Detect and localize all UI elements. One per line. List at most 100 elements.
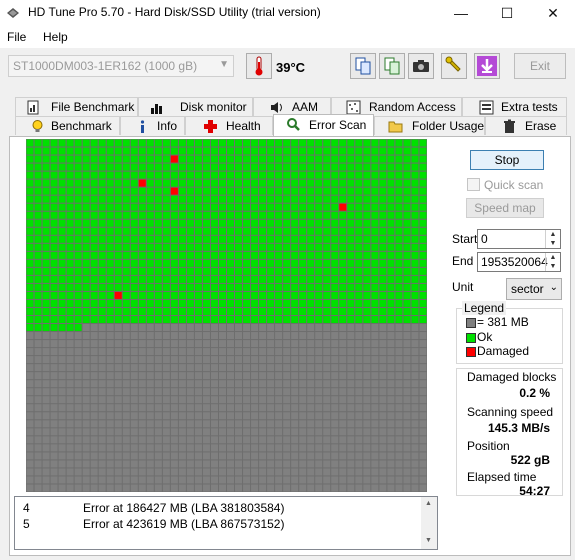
block-cell-unscanned: [154, 460, 162, 468]
block-cell-ok: [162, 283, 170, 291]
block-cell-ok: [58, 203, 66, 211]
list-item[interactable]: 4 Error at 186427 MB (LBA 381803584): [23, 501, 284, 515]
tab-error-scan[interactable]: Error Scan: [273, 114, 374, 136]
block-cell-ok: [74, 259, 82, 267]
block-cell-ok: [403, 291, 411, 299]
close-button[interactable]: ✕: [530, 0, 575, 26]
block-cell-ok: [186, 227, 194, 235]
block-cell-ok: [283, 227, 291, 235]
block-cell-ok: [178, 219, 186, 227]
end-input[interactable]: 1953520064 ▲ ▼: [477, 252, 561, 272]
block-cell-unscanned: [122, 340, 130, 348]
block-cell-ok: [363, 147, 371, 155]
block-cell-unscanned: [34, 468, 42, 476]
list-item[interactable]: 5 Error at 423619 MB (LBA 867573152): [23, 517, 284, 531]
block-cell-ok: [74, 211, 82, 219]
quick-scan-checkbox[interactable]: Quick scan: [467, 178, 543, 192]
unit-select[interactable]: sector ⌄: [506, 278, 562, 300]
block-cell-unscanned: [130, 412, 138, 420]
block-cell-ok: [299, 163, 307, 171]
block-cell-ok: [58, 324, 66, 332]
block-cell-unscanned: [259, 324, 267, 332]
block-cell-ok: [194, 179, 202, 187]
block-cell-ok: [259, 275, 267, 283]
block-cell-unscanned: [251, 484, 259, 492]
speed-map-button[interactable]: Speed map: [466, 198, 544, 218]
block-cell-ok: [323, 139, 331, 147]
menu-help[interactable]: Help: [43, 30, 68, 44]
spin-arrows-icon[interactable]: ▲ ▼: [545, 230, 560, 248]
block-cell-unscanned: [178, 428, 186, 436]
drive-select[interactable]: ST1000DM003-1ER162 (1000 gB) ▼: [8, 55, 234, 77]
block-cell-ok: [267, 267, 275, 275]
tab-erase[interactable]: Erase: [485, 116, 567, 135]
block-cell-ok: [259, 203, 267, 211]
scroll-up-icon[interactable]: ▲: [425, 500, 432, 507]
tab-extra-tests[interactable]: Extra tests: [462, 97, 567, 116]
block-cell-ok: [331, 267, 339, 275]
block-cell-ok: [26, 251, 34, 259]
block-cell-unscanned: [259, 340, 267, 348]
tab-file-benchmark[interactable]: File Benchmark: [15, 97, 138, 116]
block-cell-unscanned: [307, 380, 315, 388]
block-cell-unscanned: [283, 380, 291, 388]
block-cell-ok: [90, 251, 98, 259]
minimize-button[interactable]: —: [438, 0, 484, 26]
block-cell-unscanned: [347, 380, 355, 388]
tab-info[interactable]: Info: [120, 116, 185, 135]
block-cell-unscanned: [122, 380, 130, 388]
scrollbar[interactable]: ▲ ▼: [421, 497, 437, 549]
block-cell-unscanned: [138, 404, 146, 412]
block-cell-unscanned: [162, 380, 170, 388]
block-cell-ok: [130, 203, 138, 211]
block-cell-ok: [42, 235, 50, 243]
scroll-down-icon[interactable]: ▼: [425, 537, 432, 544]
block-cell-ok: [395, 139, 403, 147]
block-cell-unscanned: [114, 372, 122, 380]
block-cell-unscanned: [98, 348, 106, 356]
block-cell-ok: [34, 147, 42, 155]
tab-health[interactable]: Health: [185, 116, 273, 135]
block-cell-ok: [170, 163, 178, 171]
block-cell-ok: [403, 219, 411, 227]
block-cell-unscanned: [194, 388, 202, 396]
block-cell-ok: [275, 203, 283, 211]
error-log-list[interactable]: 4 Error at 186427 MB (LBA 381803584) 5 Err…: [14, 496, 438, 550]
exit-button[interactable]: Exit: [514, 53, 566, 79]
block-cell-unscanned: [419, 420, 427, 428]
copy-info-button[interactable]: [350, 53, 376, 79]
screenshot-button[interactable]: [408, 53, 434, 79]
block-cell-ok: [66, 307, 74, 315]
block-cell-unscanned: [419, 444, 427, 452]
save-button[interactable]: [474, 53, 500, 79]
block-cell-ok: [243, 219, 251, 227]
temperature-button[interactable]: [246, 53, 272, 79]
tab-folder-usage[interactable]: Folder Usage: [374, 116, 485, 135]
block-cell-ok: [74, 291, 82, 299]
block-cell-unscanned: [50, 348, 58, 356]
block-cell-unscanned: [130, 420, 138, 428]
block-cell-ok: [122, 307, 130, 315]
stop-button[interactable]: Stop: [470, 150, 544, 170]
block-cell-ok: [371, 283, 379, 291]
block-cell-unscanned: [267, 388, 275, 396]
spin-arrows-icon[interactable]: ▲ ▼: [545, 253, 560, 271]
block-cell-unscanned: [98, 460, 106, 468]
block-cell-ok: [138, 299, 146, 307]
block-cell-ok: [371, 291, 379, 299]
options-button[interactable]: [441, 53, 467, 79]
block-cell-unscanned: [411, 396, 419, 404]
block-cell-unscanned: [114, 404, 122, 412]
block-cell-ok: [235, 155, 243, 163]
start-input[interactable]: 0 ▲ ▼: [477, 229, 561, 249]
menu-file[interactable]: File: [7, 30, 26, 44]
block-cell-unscanned: [347, 340, 355, 348]
copy-all-button[interactable]: [379, 53, 405, 79]
tab-disk-monitor[interactable]: Disk monitor: [138, 97, 253, 116]
maximize-button[interactable]: ☐: [484, 0, 530, 26]
block-cell-unscanned: [154, 380, 162, 388]
block-cell-ok: [202, 275, 210, 283]
tab-benchmark[interactable]: Benchmark: [15, 116, 120, 135]
block-cell-unscanned: [114, 484, 122, 492]
block-cell-ok: [218, 251, 226, 259]
